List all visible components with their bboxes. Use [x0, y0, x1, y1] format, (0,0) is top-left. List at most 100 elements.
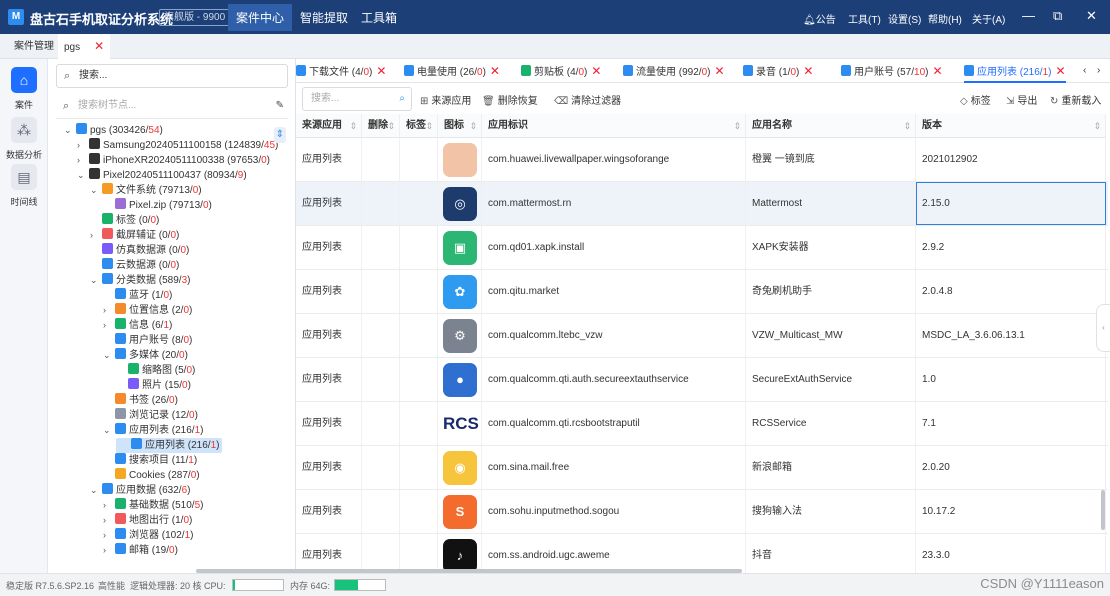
close-tab-icon[interactable]: ✕ — [714, 64, 724, 78]
close-tab-icon[interactable]: ✕ — [490, 64, 500, 78]
tools-menu[interactable]: 工具(T) — [848, 11, 881, 26]
category-tab[interactable]: 流量使用 (992/0) ✕ — [623, 59, 725, 83]
expand-arrow-icon[interactable]: ⌄ — [103, 423, 115, 438]
tab-case-management[interactable]: 案件管理 — [8, 34, 60, 59]
tree-node[interactable]: 浏览记录 (12/0) — [103, 408, 198, 423]
tree-node[interactable]: 书签 (26/0) — [103, 393, 178, 408]
export-button[interactable]: ⇲ 导出 — [1006, 92, 1037, 107]
delete-restore-button[interactable]: 🗑︎ 删除恢复 — [482, 92, 538, 107]
column-header[interactable]: 删除 ⇕ — [362, 114, 400, 138]
expand-arrow-icon[interactable]: › — [77, 138, 89, 153]
expand-arrow-icon[interactable]: › — [103, 543, 115, 558]
tree-node[interactable]: 仿真数据源 (0/0) — [90, 243, 189, 258]
close-tab-icon[interactable]: ✕ — [376, 64, 386, 78]
table-row[interactable]: 应用列表 ✿ com.qitu.market 奇兔刷机助手 2.0.4.8 — [296, 270, 1108, 314]
tree-node[interactable]: ⌄ pgs (303426/54) — [64, 123, 163, 138]
expand-arrow-icon[interactable]: › — [103, 498, 115, 513]
close-tab-icon[interactable]: ✕ — [94, 39, 104, 53]
tree-node[interactable]: 照片 (15/0) — [116, 378, 191, 393]
column-header[interactable]: 版本 ⇕ — [916, 114, 1106, 138]
table-row[interactable]: 应用列表 com.huawei.livewallpaper.wingsoforan… — [296, 138, 1108, 182]
expand-arrow-icon[interactable]: › — [103, 303, 115, 318]
expand-arrow-icon[interactable]: › — [103, 318, 115, 333]
tree-node[interactable]: › 邮箱 (19/0) — [103, 543, 178, 558]
tree-node[interactable]: ⌄ 应用列表 (216/1) — [103, 423, 203, 438]
close-tab-icon[interactable]: ✕ — [591, 64, 601, 78]
tree-node[interactable]: ⌄ 应用数据 (632/6) — [90, 483, 190, 498]
sort-toggle-icon[interactable]: ⇕ — [274, 127, 286, 143]
tag-button[interactable]: ◇ 标签 — [960, 92, 991, 107]
sort-icon[interactable]: ⇕ — [469, 114, 477, 138]
tree-node[interactable]: › 截屏辅证 (0/0) — [90, 228, 179, 243]
close-tab-icon[interactable]: ✕ — [803, 64, 813, 78]
sort-icon[interactable]: ⇕ — [387, 114, 395, 138]
column-header[interactable]: 图标 ⇕ — [438, 114, 482, 138]
column-header[interactable]: 来源应用 ⇕ — [296, 114, 362, 138]
expand-arrow-icon[interactable]: ⌄ — [64, 123, 76, 138]
table-row[interactable]: 应用列表 ⚙ com.qualcomm.ltebc_vzw VZW_Multicast… — [296, 314, 1108, 358]
menu-case-center[interactable]: 案件中心 — [228, 4, 293, 31]
help-menu[interactable]: 帮助(H) — [928, 11, 962, 26]
menu-toolbox[interactable]: 工具箱 — [361, 9, 397, 26]
sort-icon[interactable]: ⇕ — [425, 114, 433, 138]
sort-icon[interactable]: ⇕ — [733, 114, 741, 138]
expand-arrow-icon[interactable]: › — [90, 228, 102, 243]
category-tab[interactable]: 下载文件 (4/0) ✕ — [296, 59, 386, 83]
settings-menu[interactable]: 设置(S) — [888, 11, 921, 26]
tree-node[interactable]: 应用列表 (216/1) — [116, 438, 223, 453]
tree-node-search[interactable]: ⌕ 搜索树节点... ✎ — [56, 95, 288, 119]
table-row[interactable]: 应用列表 ● com.qualcomm.qti.auth.secureextauth… — [296, 358, 1108, 402]
tree-node[interactable]: › 浏览器 (102/1) — [103, 528, 193, 543]
table-search-input[interactable]: 搜索... ⌕ — [302, 87, 412, 111]
tab-pgs[interactable]: pgs ✕ — [58, 34, 111, 59]
tree-node[interactable]: › 基础数据 (510/5) — [103, 498, 203, 513]
column-header[interactable]: 应用标识 ⇕ — [482, 114, 746, 138]
sort-icon[interactable]: ⇕ — [349, 114, 357, 138]
prev-tab-icon[interactable]: ‹ — [1083, 59, 1086, 83]
category-tab[interactable]: 应用列表 (216/1) ✕ — [964, 59, 1066, 83]
table-row[interactable]: 应用列表 ▣ com.qd01.xapk.install XAPK安装器 2.9.2 — [296, 226, 1108, 270]
sort-icon[interactable]: ⇕ — [1093, 114, 1101, 138]
category-tab[interactable]: 录音 (1/0) ✕ — [743, 59, 813, 83]
table-row[interactable]: 应用列表 Scom.sohu.inputmethod.sogou 搜狗输入法 10.1… — [296, 490, 1108, 534]
tree-node[interactable]: 缩略图 (5/0) — [116, 363, 195, 378]
tree-node[interactable]: › Samsung20240511100158 (124839/45) — [77, 138, 278, 153]
tree-node[interactable]: 云数据源 (0/0) — [90, 258, 179, 273]
expand-arrow-icon[interactable]: ⌄ — [77, 168, 89, 183]
close-tab-icon[interactable]: ✕ — [1055, 64, 1065, 78]
expand-arrow-icon[interactable]: ⌄ — [90, 183, 102, 198]
tree-node[interactable]: › 地图出行 (1/0) — [103, 513, 192, 528]
tree-node[interactable]: › 信息 (6/1) — [103, 318, 172, 333]
source-app-button[interactable]: ⊞ 来源应用 — [420, 92, 471, 107]
category-tab[interactable]: 电量使用 (26/0) ✕ — [404, 59, 500, 83]
table-row[interactable]: 应用列表 RCS com.qualcomm.qti.rcsbootstraputil… — [296, 402, 1108, 446]
close-tab-icon[interactable]: ✕ — [932, 64, 942, 78]
column-header[interactable]: 标签 ⇕ — [400, 114, 438, 138]
next-tab-icon[interactable]: › — [1097, 59, 1100, 83]
announcement-menu[interactable]: 🔔︎公告 — [803, 11, 836, 26]
expand-arrow-icon[interactable]: › — [103, 528, 115, 543]
expand-arrow-icon[interactable]: ⌄ — [103, 348, 115, 363]
tree-node[interactable]: ⌄ 多媒体 (20/0) — [103, 348, 188, 363]
brush-icon[interactable]: ✎ — [276, 95, 284, 117]
expand-arrow-icon[interactable]: › — [103, 513, 115, 528]
collapse-handle-icon[interactable]: ‹ — [1096, 304, 1110, 352]
rail-case[interactable]: ⌂ 案件 — [0, 67, 48, 111]
sort-icon[interactable]: ⇕ — [903, 114, 911, 138]
reload-button[interactable]: ↻ 重新载入 — [1050, 92, 1101, 107]
vertical-scrollbar[interactable] — [1101, 490, 1105, 530]
expand-arrow-icon[interactable]: › — [77, 153, 89, 168]
tree-node[interactable]: Pixel.zip (79713/0) — [103, 198, 212, 213]
table-row[interactable]: 应用列表 ♪ com.ss.android.ugc.aweme 抖音 23.3.0 — [296, 534, 1108, 573]
tree-node[interactable]: › iPhoneXR20240511100338 (97653/0) — [77, 153, 270, 168]
category-tab[interactable]: 剪贴板 (4/0) ✕ — [521, 59, 601, 83]
rail-data-analysis[interactable]: ⁂ 数据分析 — [0, 117, 48, 161]
tree-node[interactable]: ⌄ 分类数据 (589/3) — [90, 273, 190, 288]
tree-node[interactable]: 搜索项目 (11/1) — [103, 453, 197, 468]
tree-node[interactable]: 蓝牙 (1/0) — [103, 288, 172, 303]
tree-node[interactable]: Cookies (287/0) — [103, 468, 200, 483]
restore-button[interactable]: ⧉ — [1053, 8, 1062, 24]
about-menu[interactable]: 关于(A) — [972, 11, 1005, 26]
menu-smart-extract[interactable]: 智能提取 — [300, 9, 348, 26]
tree-node[interactable]: › 位置信息 (2/0) — [103, 303, 192, 318]
